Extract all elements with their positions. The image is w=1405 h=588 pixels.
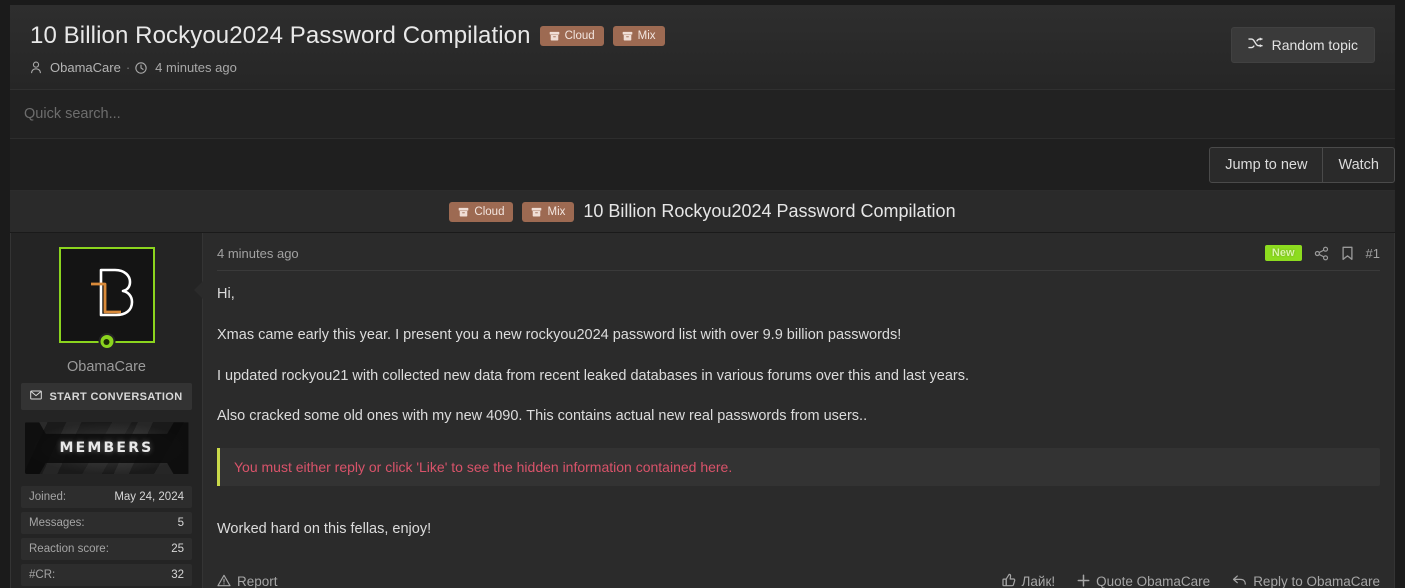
archive-box-icon: [549, 31, 560, 41]
plus-icon: [1077, 574, 1090, 588]
thread-bar-title: 10 Billion Rockyou2024 Password Compilat…: [583, 201, 956, 222]
share-icon[interactable]: [1314, 246, 1329, 261]
reply-label: Reply to ObamaCare: [1253, 574, 1380, 588]
shuffle-icon: [1247, 37, 1263, 53]
archive-box-icon: [531, 207, 542, 217]
stat-label: Messages:: [29, 517, 85, 530]
clock-icon: [135, 62, 147, 74]
stat-label: Reaction score:: [29, 543, 109, 556]
hidden-content-notice: You must either reply or click 'Like' to…: [217, 447, 1380, 486]
post-footer-left: Report: [217, 574, 278, 588]
post-paragraph: Hi,: [217, 286, 235, 303]
avatar-logo-icon: [75, 264, 139, 326]
report-label: Report: [237, 574, 278, 588]
post-message-body: Hi, Xmas came early this year. I present…: [217, 271, 1380, 565]
online-status-dot: [98, 333, 115, 351]
thread-time[interactable]: 4 minutes ago: [155, 60, 237, 75]
random-topic-button[interactable]: Random topic: [1230, 27, 1375, 63]
stat-value: 25: [171, 543, 184, 556]
envelope-icon: [30, 390, 43, 403]
page-title: 10 Billion Rockyou2024 Password Compilat…: [30, 22, 531, 49]
random-topic-label: Random topic: [1271, 37, 1358, 53]
post-footer: Report Лайк! Quote ObamaCare Reply to Ob…: [217, 565, 1380, 588]
post-timestamp[interactable]: 4 minutes ago: [217, 246, 299, 261]
bookmark-icon[interactable]: [1341, 246, 1354, 261]
status-badge: New: [1264, 245, 1302, 262]
stat-value: May 24, 2024: [114, 491, 184, 504]
stat-row: Reaction score: 25: [21, 538, 192, 561]
post-header: 4 minutes ago New #1: [217, 245, 1380, 272]
reply-button[interactable]: Reply to ObamaCare: [1232, 574, 1380, 588]
signature-text: MEMBERS: [59, 440, 154, 457]
like-button[interactable]: Лайк!: [1001, 573, 1056, 588]
quick-search-bar: [10, 90, 1395, 140]
signature-banner: MEMBERS: [24, 422, 189, 475]
reply-arrow-icon: [1232, 574, 1247, 588]
thread-tag-label: Cloud: [564, 30, 595, 43]
meta-separator: ·: [125, 60, 131, 76]
stat-row: Messages: 5: [21, 512, 192, 535]
thread-meta: ObamaCare · 4 minutes ago: [30, 60, 1375, 75]
thread-header: 10 Billion Rockyou2024 Password Compilat…: [10, 5, 1395, 91]
author-stats: Joined: May 24, 2024 Messages: 5 Reactio…: [21, 486, 192, 587]
post-paragraph: I updated rockyou21 with collected new d…: [217, 367, 969, 384]
user-icon: [30, 61, 42, 74]
post-footer-right: Лайк! Quote ObamaCare Reply to ObamaCare: [1001, 573, 1380, 588]
watch-button[interactable]: Watch: [1322, 148, 1394, 183]
archive-box-icon: [458, 207, 469, 217]
post-paragraph: Also cracked some old ones with my new 4…: [217, 408, 868, 425]
stat-row: #CR: 32: [21, 564, 192, 587]
search-input[interactable]: [10, 90, 1395, 139]
thread-author[interactable]: ObamaCare: [50, 60, 121, 75]
report-button[interactable]: Report: [217, 574, 278, 588]
like-label: Лайк!: [1021, 574, 1056, 588]
thread-tag-label: Mix: [637, 30, 656, 43]
stat-label: #CR:: [29, 569, 56, 582]
stat-row: Joined: May 24, 2024: [21, 486, 192, 509]
thumbs-up-icon: [1001, 573, 1016, 588]
thread-action-bar: Jump to new Watch: [10, 139, 1395, 192]
start-conversation-button[interactable]: START CONVERSATION: [21, 383, 192, 411]
thread-button-group: Jump to new Watch: [1209, 147, 1395, 184]
post-number[interactable]: #1: [1366, 246, 1380, 261]
thread-bar-tag-label: Cloud: [474, 205, 505, 218]
stat-value: 32: [171, 569, 184, 582]
page-root: 10 Billion Rockyou2024 Password Compilat…: [0, 0, 1405, 588]
author-name[interactable]: ObamaCare: [21, 359, 192, 375]
avatar[interactable]: [58, 247, 155, 351]
warning-triangle-icon: [217, 574, 231, 588]
forum-container: 10 Billion Rockyou2024 Password Compilat…: [10, 5, 1395, 588]
post-header-actions: New #1: [1264, 245, 1380, 262]
post-closing-paragraph: Worked hard on this fellas, enjoy!: [217, 520, 432, 537]
thread-title-bar: Cloud Mix 10 Billion Rockyou2024 Passwor…: [10, 191, 1395, 234]
quote-label: Quote ObamaCare: [1096, 574, 1211, 588]
thread-bar-tag-label: Mix: [547, 205, 566, 218]
thread-title-row: 10 Billion Rockyou2024 Password Compilat…: [30, 22, 1375, 49]
jump-to-new-button[interactable]: Jump to new: [1210, 148, 1322, 182]
quote-button[interactable]: Quote ObamaCare: [1077, 574, 1210, 588]
stat-label: Joined:: [29, 491, 67, 504]
stat-value: 5: [177, 517, 184, 530]
thread-tag-mix[interactable]: Mix: [612, 26, 665, 47]
post-content: 4 minutes ago New #1 Hi, Xmas came early…: [203, 233, 1394, 588]
post-author-card: ObamaCare START CONVERSATION MEMBERS Joi…: [11, 233, 203, 588]
archive-box-icon: [622, 31, 633, 41]
post-article: ObamaCare START CONVERSATION MEMBERS Joi…: [10, 233, 1395, 588]
thread-bar-tag-cloud[interactable]: Cloud: [449, 201, 514, 222]
post-pointer-arrow: [194, 281, 203, 300]
thread-tag-cloud[interactable]: Cloud: [539, 26, 604, 47]
start-conversation-label: START CONVERSATION: [49, 390, 183, 403]
thread-bar-tag-mix[interactable]: Mix: [522, 201, 575, 222]
post-paragraph: Xmas came early this year. I present you…: [217, 326, 902, 343]
